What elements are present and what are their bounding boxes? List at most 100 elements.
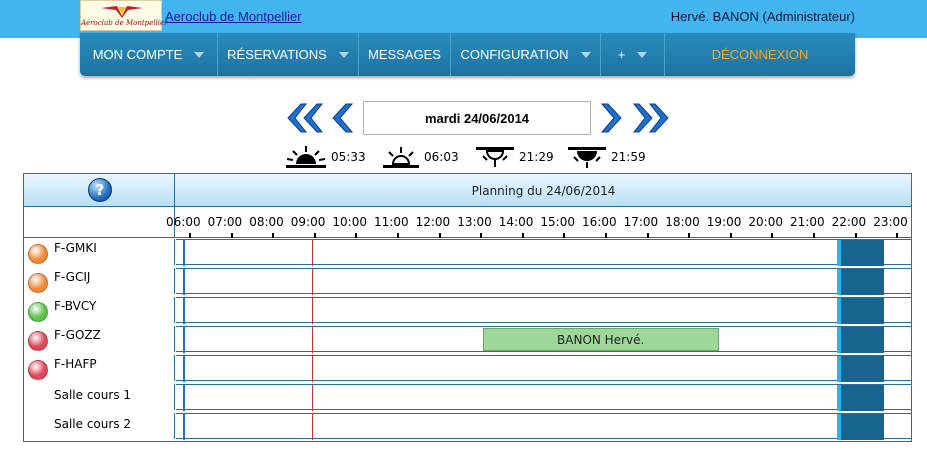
night-zone	[840, 385, 885, 411]
hour-tick	[521, 233, 524, 238]
hour-tick	[272, 233, 275, 238]
hour-label: 13:00	[457, 215, 492, 229]
chevron-down-icon	[580, 51, 591, 58]
hour-tick	[813, 233, 815, 238]
resource-label[interactable]: F-GCIJ	[24, 268, 175, 294]
resource-label[interactable]: F-GMKI	[24, 239, 175, 265]
timeline-track[interactable]	[176, 297, 911, 324]
timeline-track[interactable]	[176, 413, 911, 440]
hour-tick	[313, 233, 316, 238]
hour-tick	[771, 233, 774, 238]
resource-label[interactable]: F-GOZZ	[24, 326, 175, 352]
dawn-sun-icon	[286, 146, 326, 168]
current-date-field[interactable]: mardi 24/06/2014	[363, 101, 591, 135]
current-user: Hervé. BANON (Administrateur)	[670, 9, 855, 24]
time-marker-line	[311, 298, 313, 324]
status-orange-icon	[28, 244, 48, 264]
timeline-track[interactable]	[176, 239, 911, 266]
dawn-value: 05:33	[331, 150, 366, 164]
hour-label: 15:00	[540, 215, 575, 229]
hour-tick	[355, 233, 358, 238]
sun-times: 05:33 06:03 21:29 21:59	[284, 143, 664, 171]
hour-tick	[397, 233, 399, 238]
hour-label: 07:00	[207, 215, 243, 229]
nav-label: MON COMPTE	[92, 47, 183, 62]
help-icon[interactable]: ?	[88, 178, 112, 202]
resource-name: F-HAFP	[54, 357, 97, 371]
resource-name: F-BVCY	[54, 299, 97, 313]
sunset-icon	[476, 147, 514, 167]
hour-label: 19:00	[706, 215, 742, 229]
time-marker-line	[311, 356, 313, 382]
time-marker-line	[311, 240, 313, 266]
sunset-value: 21:29	[519, 150, 554, 164]
night-zone	[840, 414, 885, 440]
resource-name: Salle cours 1	[54, 388, 132, 402]
nav-reservations[interactable]: RÉSERVATIONS	[218, 33, 359, 76]
club-home-link[interactable]: Aeroclub de Montpellier	[165, 9, 302, 24]
nav-label: +	[617, 47, 626, 62]
resource-row: F-HAFP	[24, 355, 911, 382]
hour-label: 16:00	[582, 215, 617, 229]
resource-label[interactable]: F-BVCY	[24, 297, 175, 323]
resource-row: Salle cours 1	[24, 384, 911, 411]
nav-more[interactable]: +	[601, 33, 665, 76]
hour-tick	[854, 233, 857, 238]
hour-label: 08:00	[249, 215, 284, 229]
status-red-icon	[28, 360, 48, 380]
hour-tick	[688, 233, 691, 238]
hour-label: 18:00	[665, 215, 700, 229]
hour-tick	[605, 233, 607, 238]
main-navbar: MON COMPTE RÉSERVATIONS MESSAGES CONFIGU…	[80, 33, 855, 76]
nav-my-account[interactable]: MON COMPTE	[80, 33, 218, 76]
status-orange-icon	[28, 273, 48, 293]
double-chevron-right-icon[interactable]	[633, 102, 671, 134]
double-chevron-left-icon[interactable]	[285, 102, 323, 134]
status-green-icon	[28, 302, 48, 322]
resource-label[interactable]: Salle cours 1	[24, 384, 175, 410]
dusk-time: 21:59	[566, 143, 646, 171]
timeline-track[interactable]	[176, 268, 911, 295]
resource-row: F-GOZZ BANON Hervé.	[24, 326, 911, 353]
dusk-value: 21:59	[611, 150, 646, 164]
logo-text: Aéroclub de Montpellier	[81, 19, 168, 27]
planning-table: ? Planning du 24/06/2014 06:00 07:00 08:00…	[23, 173, 912, 442]
nav-label: RÉSERVATIONS	[227, 47, 327, 62]
sunrise-time: 06:03	[381, 143, 459, 171]
time-marker-line	[311, 327, 313, 353]
chevron-right-icon[interactable]	[599, 102, 625, 134]
chevron-down-icon	[338, 51, 349, 58]
timeline-track[interactable]: BANON Hervé.	[176, 326, 911, 353]
time-marker-line	[311, 269, 313, 295]
booking-block[interactable]: BANON Hervé.	[482, 328, 719, 351]
timeline-track[interactable]	[176, 384, 911, 411]
timeline-track[interactable]	[176, 355, 911, 382]
wing-logo-icon	[101, 6, 143, 18]
time-marker-line	[311, 414, 313, 440]
resource-row: Salle cours 2	[24, 413, 911, 440]
status-red-icon	[28, 331, 48, 351]
hour-label: 10:00	[332, 215, 367, 229]
hour-label: 21:00	[790, 215, 825, 229]
resource-label[interactable]: F-HAFP	[24, 355, 175, 381]
hour-label: 17:00	[623, 215, 659, 229]
planning-header: ? Planning du 24/06/2014	[24, 174, 911, 207]
resource-row: F-GCIJ	[24, 268, 911, 295]
sunrise-icon	[383, 147, 419, 168]
planning-title: Planning du 24/06/2014	[471, 183, 616, 198]
club-logo[interactable]: Aéroclub de Montpellier	[80, 0, 168, 31]
nav-messages[interactable]: MESSAGES	[359, 33, 451, 76]
hour-label: 23:00	[873, 215, 908, 229]
current-time-marker	[183, 298, 186, 324]
resource-name: F-GMKI	[54, 241, 97, 255]
dusk-sun-icon	[568, 147, 606, 168]
nav-configuration[interactable]: CONFIGURATION	[451, 33, 601, 76]
nav-logout[interactable]: DÉCONNEXION	[665, 33, 855, 76]
hour-tick	[230, 233, 233, 238]
resource-label[interactable]: Salle cours 2	[24, 413, 175, 439]
hours-label-cell	[24, 207, 175, 238]
night-zone	[840, 269, 885, 295]
chevron-left-icon[interactable]	[329, 102, 355, 134]
hour-label: 20:00	[748, 215, 783, 229]
resource-name: F-GOZZ	[54, 328, 101, 342]
